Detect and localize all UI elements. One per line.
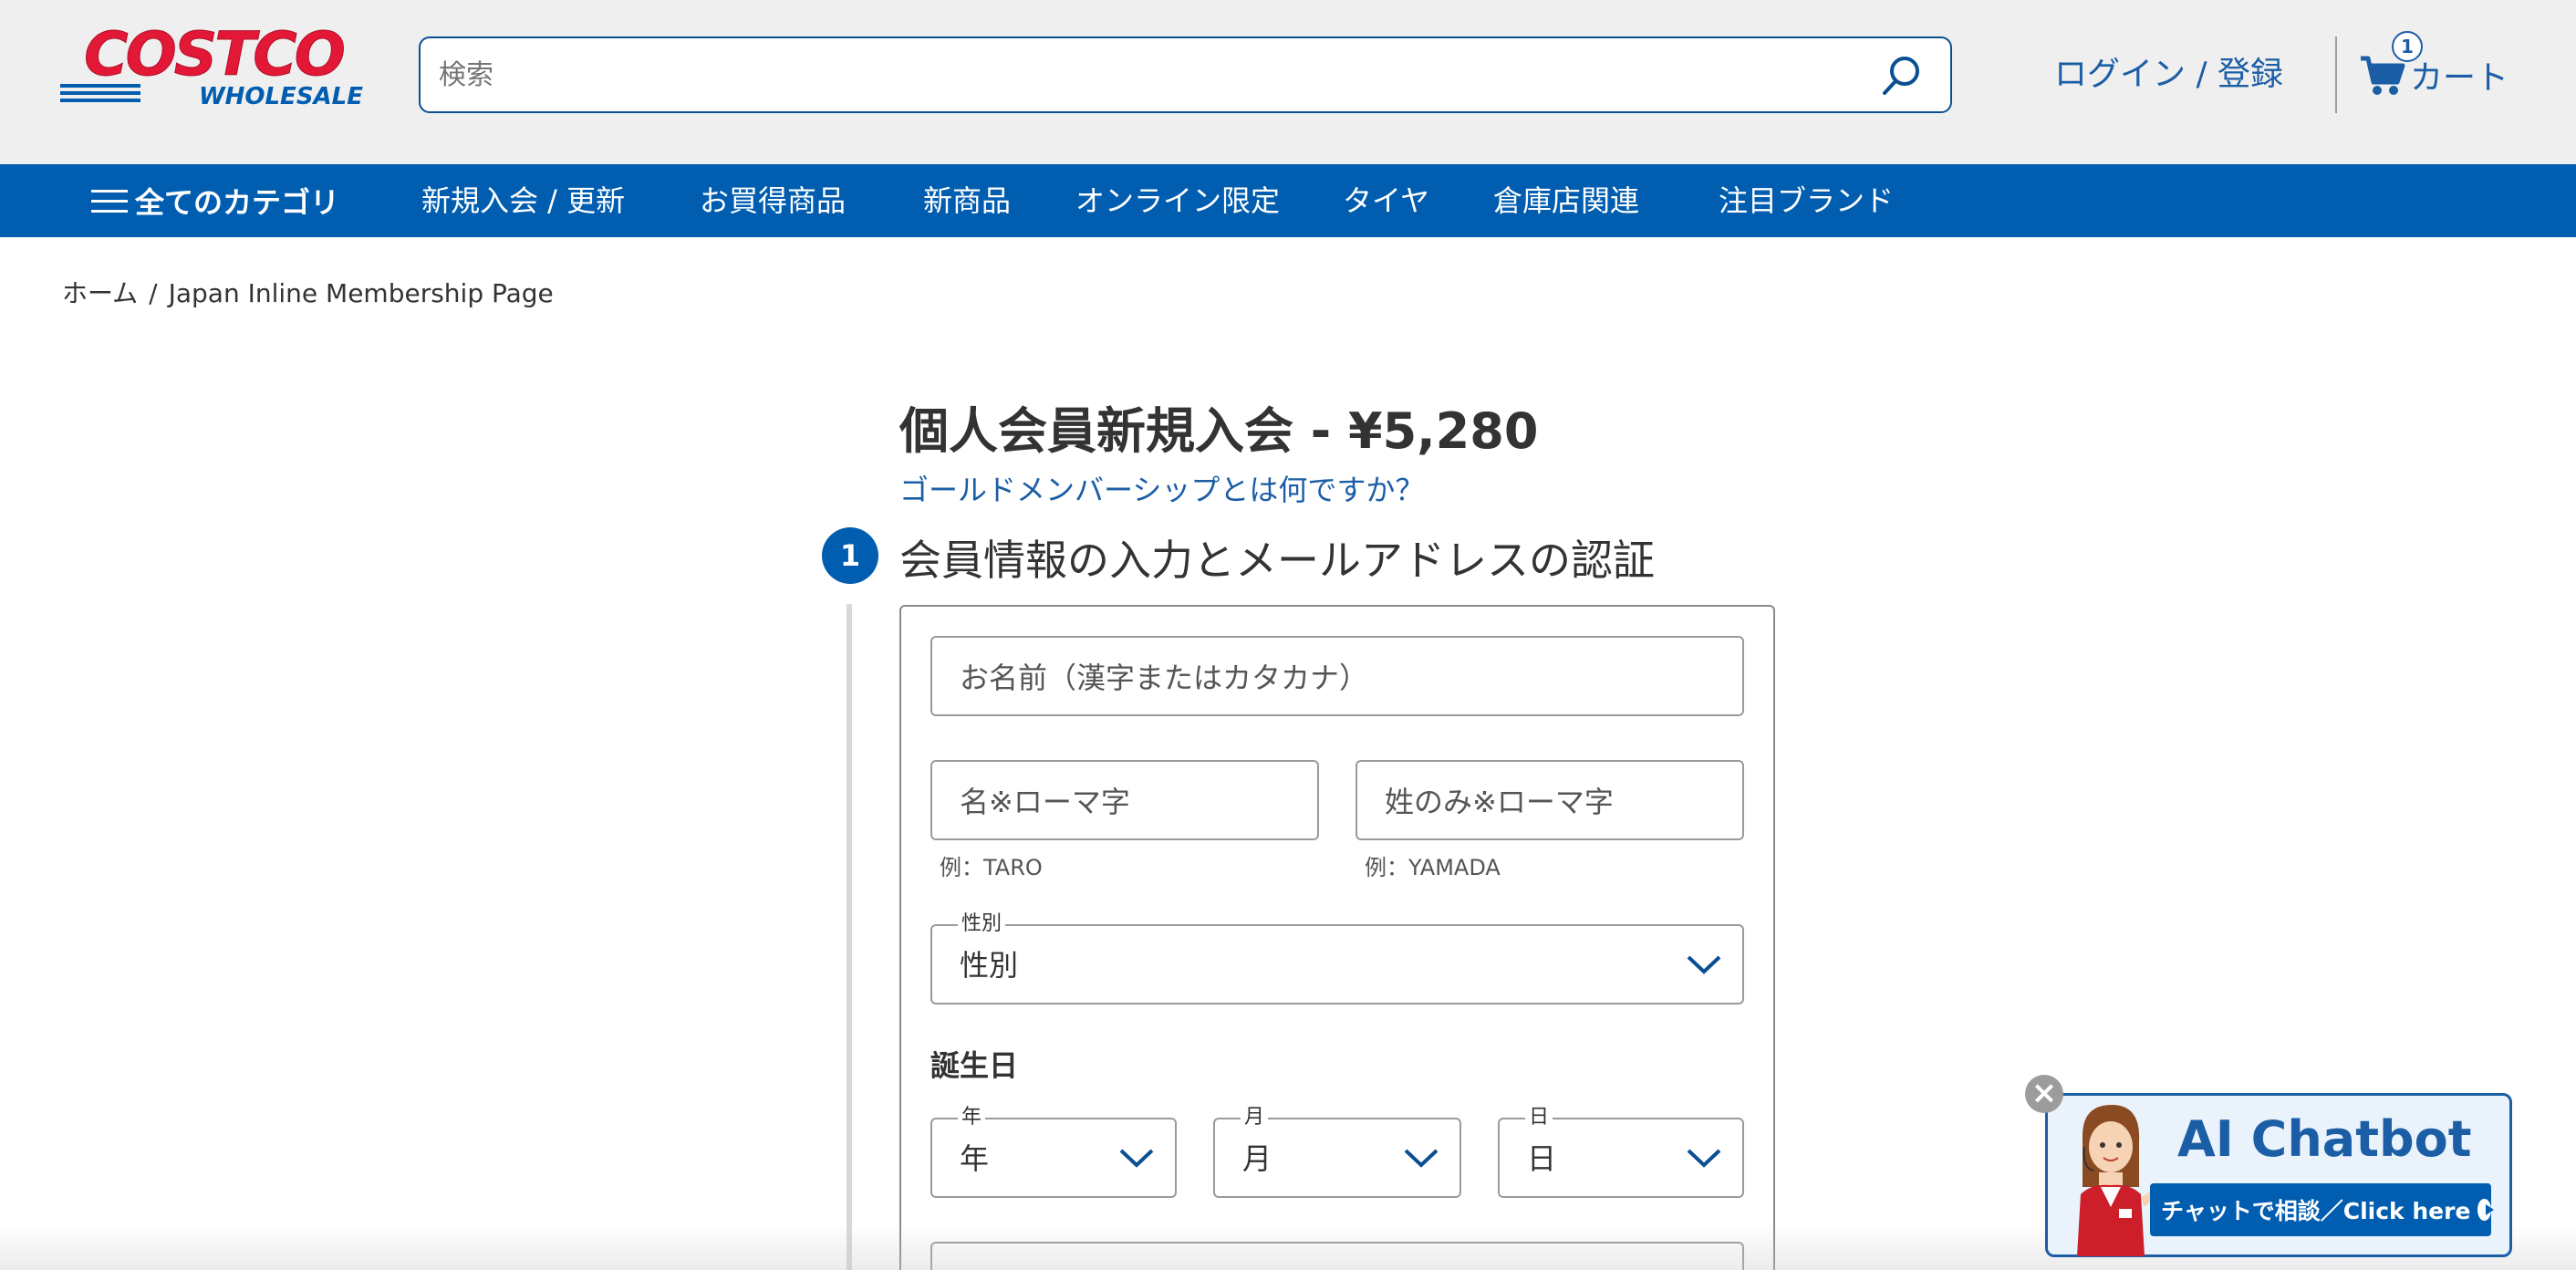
nav-item-new-products[interactable]: 新商品: [923, 164, 1011, 237]
nav-item-tires[interactable]: タイヤ: [1343, 164, 1429, 237]
logo-top-text: COSTCO: [84, 24, 344, 89]
nav-item-membership[interactable]: 新規入会 / 更新: [421, 164, 625, 237]
last-name-field[interactable]: 姓のみ※ローマ字: [1356, 760, 1744, 840]
birth-month-value: 月: [1242, 1141, 1272, 1176]
logo-bottom-text: WHOLESALE: [199, 83, 363, 110]
cart-label: カート: [2410, 59, 2509, 97]
chatbot-avatar: [2077, 1105, 2163, 1256]
chevron-down-icon: [1404, 1149, 1439, 1168]
costco-logo[interactable]: COSTCO WHOLESALE: [60, 24, 367, 111]
chatbot-title: AI Chatbot: [2177, 1110, 2472, 1168]
first-name-placeholder: 名※ローマ字: [960, 785, 1130, 819]
chevron-down-icon: [1687, 1149, 1721, 1168]
search-box[interactable]: [419, 36, 1952, 113]
chatbot-cta-button[interactable]: チャットで相談／Click here: [2150, 1183, 2494, 1236]
birth-month-label: 月: [1241, 1107, 1269, 1129]
breadcrumb-home[interactable]: ホーム: [62, 278, 138, 308]
chatbot-cta-label: チャットで相談／Click here: [2161, 1198, 2471, 1224]
search-input[interactable]: [439, 38, 1862, 111]
breadcrumb: ホーム / Japan Inline Membership Page: [62, 274, 554, 310]
step-number-badge: 1: [822, 527, 878, 584]
cart-icon: [2361, 56, 2405, 95]
last-name-placeholder: 姓のみ※ローマ字: [1385, 785, 1614, 819]
chevron-down-icon: [1687, 955, 1721, 974]
birthday-label: 誕生日: [930, 1048, 1019, 1083]
gender-select[interactable]: 性別 性別: [930, 913, 1744, 1005]
birth-year-select[interactable]: 年 年: [930, 1107, 1177, 1198]
last-name-helper: 例：YAMADA: [1365, 855, 1501, 880]
breadcrumb-separator: /: [149, 278, 158, 308]
gender-select-value: 性別: [960, 948, 1019, 983]
play-icon: [2477, 1199, 2494, 1221]
nav-item-featured-brands[interactable]: 注目ブランド: [1719, 164, 1894, 237]
nav-item-warehouse[interactable]: 倉庫店関連: [1493, 164, 1639, 237]
gender-select-label: 性別: [958, 913, 1006, 935]
search-icon[interactable]: [1879, 53, 1925, 99]
header-divider: [2335, 36, 2337, 113]
member-info-form: お名前（漢字またはカタカナ） 名※ローマ字 例：TARO 姓のみ※ローマ字 例：…: [899, 605, 1775, 1270]
category-nav: 全てのカテゴリ 新規入会 / 更新 お買得商品 新商品 オンライン限定 タイヤ …: [0, 164, 2576, 237]
first-name-field[interactable]: 名※ローマ字: [930, 760, 1319, 840]
ai-chatbot-widget[interactable]: AI Chatbot チャットで相談／Click here: [2045, 1093, 2512, 1257]
birth-day-label: 日: [1525, 1107, 1553, 1129]
gold-membership-link[interactable]: ゴールドメンバーシップとは何ですか？: [899, 467, 1424, 509]
birth-year-value: 年: [960, 1141, 990, 1176]
hamburger-icon: [91, 186, 128, 215]
page-title: 個人会員新規入会 - ¥5,280: [899, 402, 1539, 460]
birth-day-value: 日: [1527, 1141, 1557, 1176]
site-header: COSTCO WHOLESALE ログイン / 登録 1 カート: [0, 0, 2576, 164]
login-register-link[interactable]: ログイン / 登録: [2054, 47, 2283, 95]
birth-year-label: 年: [958, 1107, 986, 1129]
close-icon[interactable]: ×: [2025, 1075, 2063, 1113]
name-kanji-field[interactable]: お名前（漢字またはカタカナ）: [930, 636, 1744, 716]
name-kanji-placeholder: お名前（漢字またはカタカナ）: [960, 661, 1369, 695]
step-title: 会員情報の入力とメールアドレスの認証: [899, 536, 1655, 585]
nav-item-deals[interactable]: お買得商品: [700, 164, 846, 237]
all-categories-button[interactable]: 全てのカテゴリ: [91, 164, 339, 237]
all-categories-label: 全てのカテゴリ: [135, 185, 340, 220]
birth-day-select[interactable]: 日 日: [1498, 1107, 1744, 1198]
birth-month-select[interactable]: 月 月: [1213, 1107, 1461, 1198]
step-progress-line: [847, 604, 852, 1270]
first-name-helper: 例：TARO: [940, 855, 1043, 880]
next-field-partial[interactable]: [930, 1242, 1744, 1270]
chevron-down-icon: [1119, 1149, 1154, 1168]
breadcrumb-current: Japan Inline Membership Page: [168, 278, 554, 308]
cart-button[interactable]: 1 カート: [2359, 31, 2514, 100]
nav-item-online-only[interactable]: オンライン限定: [1075, 164, 1280, 237]
